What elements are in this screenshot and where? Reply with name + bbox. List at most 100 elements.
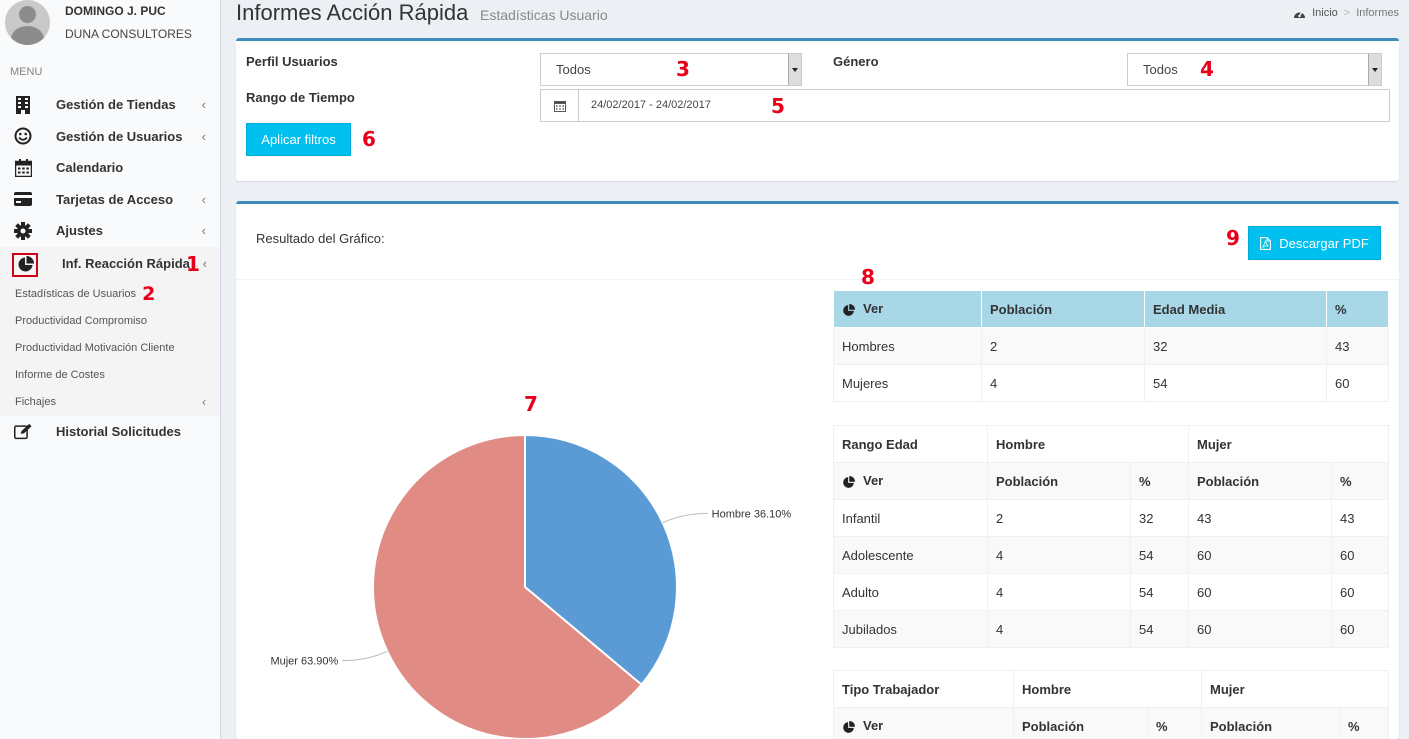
user-panel: DOMINGO J. PUC DUNA CONSULTORES: [0, 0, 220, 58]
file-pdf-icon: [1260, 236, 1272, 250]
calendar-icon: [14, 158, 32, 177]
pie-chart-icon: [12, 252, 38, 277]
cell: 60: [1331, 536, 1389, 574]
col-header-ver[interactable]: Ver: [833, 290, 982, 328]
page-title: Informes Acción Rápida: [236, 0, 469, 25]
filters-box: Perfil Usuarios Todos 3 Género Todos 4 R…: [236, 38, 1399, 181]
submenu-item-informe-costes[interactable]: Informe de Costes: [0, 362, 220, 389]
cell: 4: [987, 610, 1131, 648]
cell: 4: [981, 364, 1145, 402]
annotation-6: 6: [362, 127, 376, 151]
table-row: Adolescente 4 54 60 60: [833, 536, 1389, 574]
download-pdf-button[interactable]: Descargar PDF: [1248, 226, 1381, 260]
annotation-2: 2: [142, 283, 156, 305]
pie-chart-icon: [843, 303, 855, 316]
table-subheader-row: Ver Población % Población %: [833, 707, 1389, 739]
genero-label: Género: [833, 54, 879, 69]
smile-icon: [14, 127, 32, 145]
submenu-item-productividad-compromiso[interactable]: Productividad Compromiso: [0, 308, 220, 335]
sidebar-item-tarjetas-acceso[interactable]: Tarjetas de Acceso ‹: [0, 184, 220, 216]
table-subheader-row: Ver Población % Población %: [833, 462, 1389, 500]
sidebar-item-label: Gestión de Tiendas: [56, 97, 176, 113]
table-group-header-row: Tipo Trabajador Hombre Mujer: [833, 670, 1389, 708]
submenu-item-fichajes[interactable]: Fichajes ‹: [0, 389, 220, 416]
col-header-percent-hombre: %: [1130, 462, 1189, 500]
menu-list: Gestión de Tiendas ‹ Gestión de Usuarios…: [0, 89, 220, 447]
group-header-tipo-trabajador: Tipo Trabajador: [833, 670, 1014, 708]
genero-select[interactable]: Todos 4: [1127, 53, 1382, 86]
pie-label-connector: [662, 512, 708, 524]
submenu-label: Productividad Motivación Cliente: [15, 342, 175, 354]
chevron-down-icon: [1368, 54, 1381, 85]
sidebar-item-historial-solicitudes[interactable]: Historial Solicitudes: [0, 416, 220, 448]
user-company: DUNA CONSULTORES: [65, 27, 192, 41]
col-header-poblacion-mujer: Población: [1188, 462, 1332, 500]
dashboard-icon: [1294, 11, 1306, 18]
avatar: [5, 0, 50, 45]
perfil-label: Perfil Usuarios: [246, 54, 338, 69]
sidebar-item-label: Historial Solicitudes: [56, 423, 181, 439]
submenu-item-productividad-motivacion[interactable]: Productividad Motivación Cliente: [0, 335, 220, 362]
table-row: Hombres 2 32 43: [833, 327, 1389, 365]
building-icon: [14, 95, 32, 114]
table-row: Adulto 4 54 60 60: [833, 573, 1389, 611]
cell: 60: [1331, 610, 1389, 648]
rango-label: Rango de Tiempo: [246, 90, 355, 105]
annotation-3: 3: [676, 57, 690, 81]
annotation-5: 5: [771, 94, 785, 118]
cell: Mujeres: [833, 364, 982, 402]
chevron-left-icon: ‹: [201, 97, 206, 113]
annotation-1: 1: [186, 251, 200, 276]
sidebar-item-label: Calendario: [56, 160, 124, 176]
user-name: DOMINGO J. PUC: [65, 4, 166, 18]
age-range-table: Rango Edad Hombre Mujer Ver Población % …: [833, 425, 1389, 648]
col-header-poblacion-hombre: Población: [987, 462, 1131, 500]
download-pdf-label: Descargar PDF: [1279, 235, 1369, 251]
sidebar-item-gestion-usuarios[interactable]: Gestión de Usuarios ‹: [0, 121, 220, 153]
col-header-edad-media: Edad Media: [1144, 290, 1327, 328]
worker-type-table: Tipo Trabajador Hombre Mujer Ver Poblaci…: [833, 670, 1389, 739]
submenu-item-estadisticas-usuarios[interactable]: Estadísticas de Usuarios 2: [0, 281, 220, 308]
page-subtitle: Estadísticas Usuario: [480, 7, 608, 23]
menu-header: MENU: [10, 66, 43, 78]
cell: 32: [1130, 499, 1189, 537]
apply-filters-button[interactable]: Aplicar filtros: [246, 123, 351, 156]
cell: Adolescente: [833, 536, 988, 574]
sidebar-item-inf-reaccion-rapida[interactable]: Inf. Reacción Rápida 1 ‹: [0, 246, 220, 281]
col-header-ver[interactable]: Ver: [833, 707, 1014, 739]
annotation-9: 9: [1226, 226, 1240, 250]
submenu-label: Productividad Compromiso: [15, 315, 148, 327]
date-range-input[interactable]: 24/02/2017 - 24/02/2017 5: [540, 89, 1390, 122]
col-header-percent-mujer: %: [1331, 462, 1389, 500]
sidebar-item-ajustes[interactable]: Ajustes ‹: [0, 215, 220, 247]
group-header-hombre: Hombre: [987, 425, 1189, 463]
table-row: Jubilados 4 54 60 60: [833, 610, 1389, 648]
pie-chart: Hombre 36.10% Mujer 63.90%: [270, 433, 791, 739]
table-header-row: Ver Población Edad Media %: [833, 290, 1389, 328]
annotation-4: 4: [1200, 57, 1214, 81]
cell: 54: [1144, 364, 1327, 402]
col-header-percent: %: [1326, 290, 1389, 328]
breadcrumb-home[interactable]: Inicio: [1312, 7, 1338, 19]
group-header-hombre: Hombre: [1013, 670, 1202, 708]
submenu-label: Estadísticas de Usuarios: [15, 288, 137, 300]
cell: Jubilados: [833, 610, 988, 648]
table-group-header-row: Rango Edad Hombre Mujer: [833, 425, 1389, 463]
cell: 2: [981, 327, 1145, 365]
table-row: Mujeres 4 54 60: [833, 364, 1389, 402]
col-header-poblacion-hombre: Población: [1013, 707, 1148, 739]
perfil-select[interactable]: Todos 3: [540, 53, 802, 86]
cell: Hombres: [833, 327, 982, 365]
col-header-percent-hombre: %: [1147, 707, 1202, 739]
sidebar-item-gestion-tiendas[interactable]: Gestión de Tiendas ‹: [0, 89, 220, 121]
col-header-ver[interactable]: Ver: [833, 462, 988, 500]
col-header-label: Ver: [863, 718, 884, 734]
group-header-rango-edad: Rango Edad: [833, 425, 988, 463]
group-header-mujer: Mujer: [1201, 670, 1389, 708]
cell: 32: [1144, 327, 1327, 365]
breadcrumb-current: Informes: [1356, 7, 1399, 19]
sidebar-item-label: Inf. Reacción Rápida: [62, 256, 190, 271]
sidebar-item-calendario[interactable]: Calendario: [0, 152, 220, 184]
cell: 43: [1331, 499, 1389, 537]
chevron-left-icon: ‹: [201, 223, 206, 239]
